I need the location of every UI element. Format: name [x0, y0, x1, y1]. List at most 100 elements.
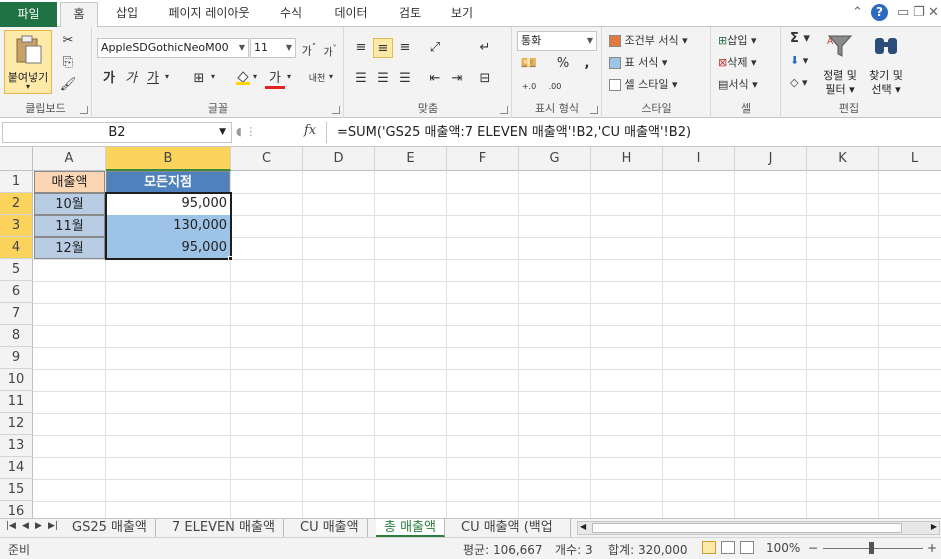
cell-a4[interactable]: 12월: [34, 237, 105, 259]
number-format-select[interactable]: 통화 ▼: [517, 31, 597, 51]
zoom-slider-thumb[interactable]: [869, 542, 874, 554]
select-all-button[interactable]: [0, 147, 33, 171]
conditional-formatting-button[interactable]: 조건부 서식 ▾: [609, 32, 688, 48]
grow-font-icon[interactable]: 가˄: [299, 38, 319, 58]
delete-cells-button[interactable]: ⊠삭제 ▾: [718, 54, 757, 70]
tab-file[interactable]: 파일: [0, 2, 57, 27]
row-header-11[interactable]: 11: [0, 391, 33, 413]
tab-insert[interactable]: 삽입: [104, 2, 150, 27]
zoom-level[interactable]: 100%: [766, 541, 800, 555]
minimize-icon[interactable]: ▭: [897, 5, 909, 20]
help-icon[interactable]: ?: [871, 4, 888, 21]
row-header-8[interactable]: 8: [0, 325, 33, 347]
scroll-right-icon[interactable]: ▶: [931, 522, 937, 531]
tab-review[interactable]: 검토: [388, 2, 432, 27]
sheet-tab-gs25[interactable]: GS25 매출액: [64, 519, 156, 537]
sheet-tab-cu[interactable]: CU 매출액: [292, 519, 368, 537]
formula-input[interactable]: =SUM('GS25 매출액:7 ELEVEN 매출액'!B2,'CU 매출액'…: [326, 122, 938, 143]
find-select-button[interactable]: 찾기 및 선택 ▾: [864, 30, 908, 96]
merge-center-icon[interactable]: ⊟: [475, 69, 495, 89]
sort-filter-button[interactable]: A 정렬 및 필터 ▾: [818, 30, 862, 96]
column-header-g[interactable]: G: [519, 147, 591, 171]
cell-a3[interactable]: 11월: [34, 215, 105, 237]
insert-cells-button[interactable]: ⊞삽입 ▾: [718, 32, 757, 48]
page-break-view-icon[interactable]: [740, 541, 754, 554]
chevron-down-icon[interactable]: ▾: [253, 72, 257, 81]
underline-button[interactable]: 가: [143, 69, 163, 89]
insert-function-button[interactable]: fx: [304, 123, 316, 138]
row-header-13[interactable]: 13: [0, 435, 33, 457]
column-header-a[interactable]: A: [33, 147, 106, 171]
align-bottom-icon[interactable]: ≡: [395, 38, 415, 58]
fill-handle[interactable]: [228, 256, 233, 261]
name-box[interactable]: B2 ▼: [2, 122, 232, 143]
tab-page-layout[interactable]: 페이지 레이아웃: [157, 2, 261, 27]
column-header-f[interactable]: F: [447, 147, 519, 171]
tab-data[interactable]: 데이터: [323, 2, 379, 27]
italic-button[interactable]: 가: [121, 69, 141, 89]
column-header-h[interactable]: H: [591, 147, 663, 171]
fill-button[interactable]: ⬇ ▾: [790, 54, 808, 67]
tab-formulas[interactable]: 수식: [268, 2, 314, 27]
chevron-down-icon[interactable]: ▾: [287, 72, 291, 81]
row-header-9[interactable]: 9: [0, 347, 33, 369]
bold-button[interactable]: 가: [99, 69, 119, 89]
cell-a1[interactable]: 매출액: [34, 171, 105, 193]
column-header-e[interactable]: E: [375, 147, 447, 171]
cell-b1[interactable]: 모든지점: [106, 171, 230, 193]
formula-bar-splitter[interactable]: ◖ ⋮: [236, 125, 256, 138]
restore-icon[interactable]: ❐: [913, 5, 925, 20]
chevron-down-icon[interactable]: ▾: [329, 72, 333, 81]
font-size-select[interactable]: 11 ▼: [250, 38, 296, 58]
paste-button[interactable]: 붙여넣기 ▾: [4, 30, 52, 94]
accounting-format-icon[interactable]: 💴: [519, 54, 539, 74]
format-cells-button[interactable]: ▤서식 ▾: [718, 76, 758, 92]
alignment-launcher-icon[interactable]: [500, 106, 508, 114]
column-header-l[interactable]: L: [879, 147, 941, 171]
first-sheet-icon[interactable]: |◀: [6, 521, 16, 531]
row-header-12[interactable]: 12: [0, 413, 33, 435]
borders-icon[interactable]: ⊞: [189, 69, 209, 89]
row-header-16[interactable]: 16: [0, 501, 33, 518]
sheet-tab-7eleven[interactable]: 7 ELEVEN 매출액: [164, 519, 284, 537]
copy-icon[interactable]: ⎘: [58, 53, 78, 73]
row-header-14[interactable]: 14: [0, 457, 33, 479]
column-header-j[interactable]: J: [735, 147, 807, 171]
row-header-10[interactable]: 10: [0, 369, 33, 391]
scroll-left-icon[interactable]: ◀: [580, 522, 586, 531]
orientation-icon[interactable]: ⤢: [425, 38, 445, 58]
tab-home[interactable]: 홈: [60, 2, 98, 28]
cell-a2[interactable]: 10월: [34, 193, 105, 215]
autosum-button[interactable]: Σ ▾: [790, 31, 810, 46]
column-header-d[interactable]: D: [303, 147, 375, 171]
column-header-i[interactable]: I: [663, 147, 735, 171]
page-layout-view-icon[interactable]: [721, 541, 735, 554]
decrease-decimal-button[interactable]: .00: [545, 77, 565, 97]
normal-view-icon[interactable]: [702, 541, 716, 554]
phonetic-guide-icon[interactable]: 내천: [307, 69, 327, 89]
column-header-b[interactable]: B: [106, 147, 231, 171]
close-icon[interactable]: ✕: [928, 5, 939, 20]
collapse-ribbon-icon[interactable]: ⌃: [852, 5, 863, 20]
cut-icon[interactable]: ✂: [58, 31, 78, 51]
clipboard-launcher-icon[interactable]: [80, 106, 88, 114]
clear-button[interactable]: ◇ ▾: [790, 76, 808, 89]
row-header-6[interactable]: 6: [0, 281, 33, 303]
increase-decimal-button[interactable]: +.0: [519, 77, 539, 97]
comma-style-button[interactable]: ,: [577, 54, 597, 74]
align-middle-icon[interactable]: ≡: [373, 38, 393, 58]
percent-style-button[interactable]: %: [553, 54, 573, 74]
zoom-out-button[interactable]: −: [808, 541, 818, 555]
fill-color-icon[interactable]: [233, 69, 253, 89]
sheet-tab-cu-backup[interactable]: CU 매출액 (백업: [453, 519, 571, 537]
column-header-c[interactable]: C: [231, 147, 303, 171]
align-left-icon[interactable]: ☰: [351, 69, 371, 89]
row-header-5[interactable]: 5: [0, 259, 33, 281]
format-painter-icon[interactable]: 🖌: [58, 75, 78, 95]
last-sheet-icon[interactable]: ▶|: [48, 521, 58, 531]
font-launcher-icon[interactable]: [332, 106, 340, 114]
number-launcher-icon[interactable]: [590, 106, 598, 114]
prev-sheet-icon[interactable]: ◀: [22, 521, 29, 531]
sheet-tab-total[interactable]: 총 매출액: [376, 519, 445, 537]
row-header-4[interactable]: 4: [0, 237, 33, 259]
